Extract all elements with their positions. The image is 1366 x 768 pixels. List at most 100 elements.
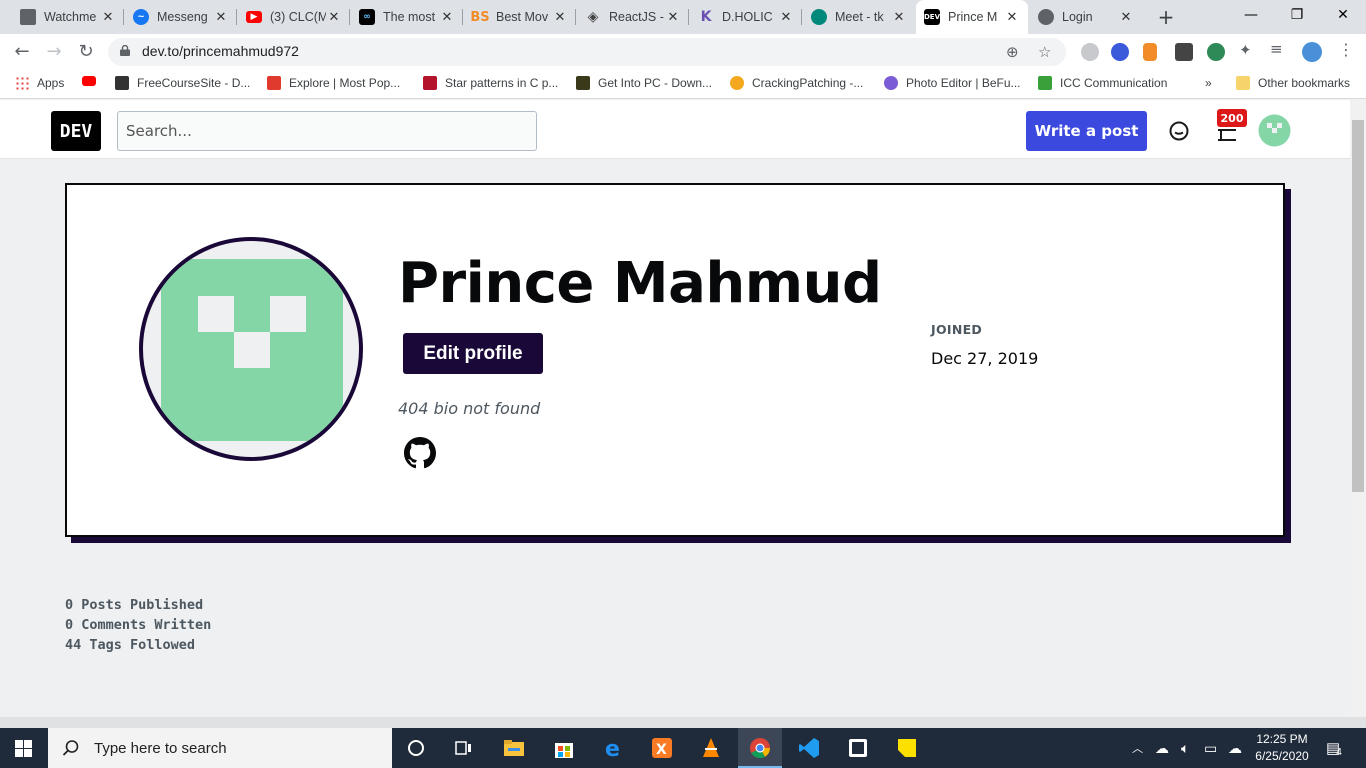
scrollbar-thumb[interactable]	[1352, 120, 1364, 492]
close-icon[interactable]: ✕	[1004, 10, 1020, 25]
g-icon	[576, 76, 590, 90]
shield-extension-icon[interactable]	[1081, 43, 1099, 61]
store-icon[interactable]	[552, 736, 576, 760]
close-icon[interactable]: ✕	[100, 10, 116, 25]
bookmark-youtube[interactable]	[82, 76, 104, 86]
search-input[interactable]	[117, 111, 537, 151]
back-button[interactable]: ←	[10, 40, 34, 64]
task-view-icon[interactable]	[452, 736, 476, 760]
volume-icon[interactable]: 🔈︎	[1181, 728, 1189, 768]
network-icon[interactable]: ▭	[1204, 728, 1217, 768]
close-icon[interactable]: ✕	[439, 10, 455, 25]
comments-written-stat: 0 Comments Written	[65, 617, 212, 633]
bookmark-get-into-pc[interactable]: Get Into PC - Down...	[576, 76, 712, 90]
windows-start-icon[interactable]	[15, 740, 32, 757]
close-icon[interactable]: ✕	[213, 10, 229, 25]
taskbar-search-box[interactable]: Type here to search	[48, 728, 392, 768]
tab-meet[interactable]: Meet - tk ✕	[803, 0, 915, 34]
extension-icon[interactable]	[1143, 43, 1157, 61]
bookmark-explore[interactable]: Explore | Most Pop...	[267, 76, 400, 90]
profile-avatar-icon[interactable]	[1302, 42, 1322, 62]
close-icon[interactable]: ✕	[778, 10, 794, 25]
tab-watchme[interactable]: Watchme ✕	[12, 0, 124, 34]
tab-reactjs[interactable]: ◈ ReactJS - ✕	[577, 0, 689, 34]
bell-icon[interactable]	[1216, 124, 1238, 144]
file-explorer-icon[interactable]	[502, 736, 526, 760]
minimize-button[interactable]: —	[1228, 0, 1274, 30]
bookmark-other[interactable]: Other bookmarks	[1236, 76, 1350, 90]
k-icon: K	[700, 9, 712, 25]
reload-button[interactable]: ↻	[74, 40, 98, 64]
freecoursesite-icon	[115, 76, 129, 90]
vertical-scrollbar[interactable]	[1350, 100, 1366, 728]
tags-followed-stat: 44 Tags Followed	[65, 637, 196, 653]
taskbar-clock[interactable]: 12:25 PM 6/25/2020	[1248, 731, 1316, 765]
star-icon[interactable]: ☆	[1038, 43, 1051, 61]
github-icon[interactable]	[404, 437, 436, 469]
tab-best-movies[interactable]: BS Best Mov ✕	[464, 0, 576, 34]
snipping-tool-icon[interactable]	[846, 736, 870, 760]
tab-login[interactable]: Login ✕	[1030, 0, 1142, 34]
chrome-icon[interactable]	[748, 736, 772, 760]
address-bar[interactable]: dev.to/princemahmud972 ⊕ ☆	[108, 38, 1066, 66]
profile-stats: 0 Posts Published 0 Comments Written 44 …	[65, 595, 211, 655]
tab-youtube[interactable]: ▶ (3) CLC(M ✕	[238, 0, 350, 34]
close-window-button[interactable]: ✕	[1320, 0, 1366, 30]
infinity-icon: ∞	[359, 9, 375, 25]
browser-toolbar: ← → ↻ dev.to/princemahmud972 ⊕ ☆ ✦ ≡ ⋮	[0, 34, 1366, 70]
write-post-button[interactable]: Write a post	[1026, 111, 1147, 151]
url-text: dev.to/princemahmud972	[142, 43, 299, 59]
onedrive-icon[interactable]: ☁	[1155, 728, 1169, 768]
edit-profile-button[interactable]: Edit profile	[403, 333, 543, 374]
cup-icon	[423, 76, 437, 90]
notification-badge[interactable]: 200	[1217, 109, 1247, 127]
chat-icon[interactable]	[1168, 120, 1190, 142]
close-icon[interactable]: ✕	[326, 10, 342, 25]
dev-logo[interactable]: DEV	[51, 111, 101, 151]
cortana-icon[interactable]	[404, 736, 428, 760]
bookmark-crackingpatching[interactable]: CrackingPatching -...	[730, 76, 863, 90]
tab-dholic[interactable]: K D.HOLIC ✕	[690, 0, 802, 34]
bookmark-icc[interactable]: ICC Communication	[1038, 76, 1167, 90]
close-icon[interactable]: ✕	[1118, 10, 1134, 25]
tab-messenger[interactable]: ~ Messeng ✕	[125, 0, 237, 34]
extension-icon[interactable]	[1175, 43, 1193, 61]
action-center-icon[interactable]: ▤ 4	[1326, 728, 1342, 768]
bookmark-apps[interactable]: Apps	[15, 76, 64, 90]
bookmark-freecoursesite[interactable]: FreeCourseSite - D...	[115, 76, 250, 90]
close-icon[interactable]: ✕	[891, 10, 907, 25]
tab-the-most[interactable]: ∞ The most ✕	[351, 0, 463, 34]
profile-avatar	[139, 237, 363, 461]
meet-icon	[811, 9, 827, 25]
puzzle-icon[interactable]: ✦	[1239, 41, 1257, 59]
avatar-image	[161, 259, 343, 441]
tray-expand-icon[interactable]: ︿	[1132, 728, 1143, 768]
bookmarks-overflow-button[interactable]: »	[1205, 76, 1212, 90]
add-icon[interactable]: ⊕	[1006, 43, 1019, 61]
close-icon[interactable]: ✕	[665, 10, 681, 25]
cloud-sync-icon[interactable]: ☁	[1228, 728, 1242, 768]
menu-icon[interactable]: ⋮	[1338, 40, 1356, 59]
new-tab-button[interactable]: +	[1154, 5, 1178, 29]
xampp-icon[interactable]: X	[650, 736, 674, 760]
tab-dev-profile[interactable]: DEV Prince M ✕	[916, 0, 1028, 34]
sticky-notes-icon[interactable]	[895, 736, 919, 760]
clock-date: 6/25/2020	[1255, 749, 1309, 763]
bookmark-photo-editor[interactable]: Photo Editor | BeFu...	[884, 76, 1021, 90]
globe-extension-icon[interactable]	[1207, 43, 1225, 61]
media-icon[interactable]: ≡	[1270, 40, 1288, 58]
messenger-icon: ~	[133, 9, 149, 25]
edge-icon[interactable]: e	[602, 736, 626, 760]
maximize-button[interactable]: ❐	[1274, 0, 1320, 30]
vscode-icon[interactable]	[797, 736, 821, 760]
forward-button[interactable]: →	[42, 40, 66, 64]
icc-icon	[1038, 76, 1052, 90]
search-icon	[62, 740, 79, 756]
extension-icon[interactable]	[1111, 43, 1129, 61]
horizontal-scrollbar[interactable]	[0, 717, 1366, 728]
vlc-icon[interactable]	[699, 736, 723, 760]
user-avatar[interactable]	[1258, 114, 1291, 147]
close-icon[interactable]: ✕	[552, 10, 568, 25]
bookmark-star-patterns[interactable]: Star patterns in C p...	[423, 76, 558, 90]
bookmarks-bar: Apps FreeCourseSite - D... Explore | Mos…	[0, 70, 1366, 99]
